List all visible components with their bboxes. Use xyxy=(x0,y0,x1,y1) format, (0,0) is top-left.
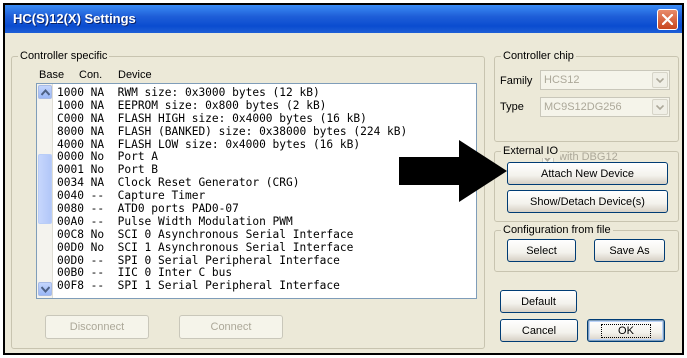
scroll-up-button[interactable] xyxy=(38,85,52,99)
device-row[interactable]: 8000 NA FLASH (BANKED) size: 0x38000 byt… xyxy=(57,125,474,139)
attach-new-device-button[interactable]: Attach New Device xyxy=(507,162,668,185)
scroll-down-button[interactable] xyxy=(38,282,52,296)
close-icon xyxy=(662,14,673,25)
column-header-base: Base xyxy=(39,69,65,81)
controller-specific-legend: Controller specific xyxy=(18,49,110,63)
column-header-con: Con. xyxy=(79,69,103,81)
default-button[interactable]: Default xyxy=(500,290,577,313)
device-list-scrollbar[interactable] xyxy=(37,84,53,298)
device-row[interactable]: 00C8 No SCI 0 Asynchronous Serial Interf… xyxy=(57,228,474,242)
type-label: Type xyxy=(500,101,524,113)
select-button[interactable]: Select xyxy=(507,239,576,262)
title-bar[interactable]: HC(S)12(X) Settings xyxy=(5,5,682,33)
show-detach-devices-button[interactable]: Show/Detach Device(s) xyxy=(507,190,668,213)
window-title: HC(S)12(X) Settings xyxy=(13,11,136,26)
controller-chip-legend: Controller chip xyxy=(501,49,576,63)
type-dropdown-button[interactable] xyxy=(652,99,668,115)
device-row[interactable]: 00A0 -- Pulse Width Modulation PWM xyxy=(57,215,474,229)
ok-button-label: OK xyxy=(601,323,651,338)
family-select[interactable]: HCS12 xyxy=(540,70,670,90)
ok-button[interactable]: OK xyxy=(587,319,665,342)
column-header-device: Device xyxy=(118,69,152,81)
type-select[interactable]: MC9S12DG256 xyxy=(540,97,670,117)
arrow-up-icon xyxy=(41,89,50,96)
settings-dialog: HC(S)12(X) Settings Controller specific … xyxy=(3,3,684,355)
scroll-thumb[interactable] xyxy=(38,154,52,224)
chevron-down-icon xyxy=(656,78,664,83)
configuration-from-file-legend: Configuration from file xyxy=(501,223,613,237)
type-value: MC9S12DG256 xyxy=(544,101,622,113)
device-row[interactable]: 00F8 -- SPI 1 Serial Peripheral Interfac… xyxy=(57,279,474,293)
chevron-down-icon xyxy=(656,105,664,110)
connect-button[interactable]: Connect xyxy=(179,315,283,339)
device-row[interactable]: C000 NA FLASH HIGH size: 0x4000 bytes (1… xyxy=(57,112,474,126)
save-as-button[interactable]: Save As xyxy=(594,239,665,262)
close-button[interactable] xyxy=(657,9,678,30)
device-row[interactable]: 0080 -- ATD0 ports PAD0-07 xyxy=(57,202,474,216)
external-io-legend: External IO xyxy=(501,144,561,158)
device-row[interactable]: 1000 NA EEPROM size: 0x800 bytes (2 kB) xyxy=(57,99,474,113)
device-row[interactable]: 1000 NA RWM size: 0x3000 bytes (12 kB) xyxy=(57,86,474,100)
pointer-arrow-icon xyxy=(399,140,507,202)
family-label: Family xyxy=(500,75,533,87)
arrow-down-icon xyxy=(41,286,50,293)
device-row[interactable]: 00D0 No SCI 1 Asynchronous Serial Interf… xyxy=(57,241,474,255)
cancel-button[interactable]: Cancel xyxy=(500,319,578,342)
family-value: HCS12 xyxy=(544,74,580,86)
disconnect-button[interactable]: Disconnect xyxy=(45,315,149,339)
family-dropdown-button[interactable] xyxy=(652,72,668,88)
